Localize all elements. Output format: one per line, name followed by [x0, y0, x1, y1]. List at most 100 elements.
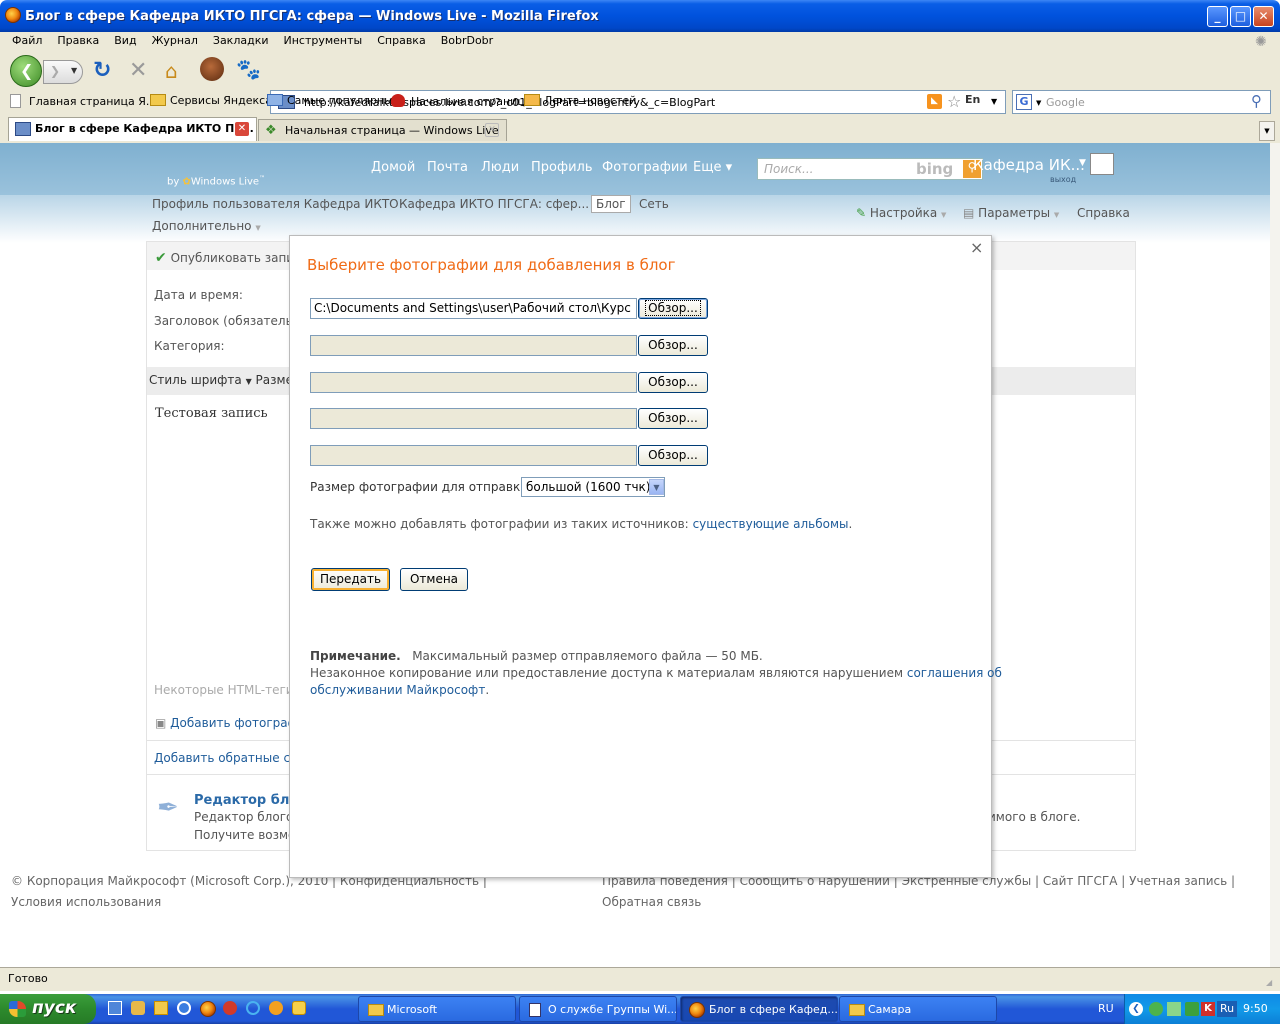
submit-button[interactable]: Передать [311, 568, 390, 591]
tab-list-button[interactable]: ▼ [1259, 121, 1275, 141]
bookmark-star-icon[interactable]: ☆ [947, 92, 961, 111]
logout-link[interactable]: выход [1050, 175, 1076, 184]
file-input-4[interactable] [310, 408, 637, 429]
reload-icon[interactable]: ↻ [93, 58, 111, 83]
tray-network-icon[interactable] [1167, 1002, 1181, 1016]
opera-icon[interactable] [223, 1001, 237, 1015]
forward-button[interactable]: ❯ ▼ [43, 60, 83, 84]
minimize-button[interactable]: _ [1207, 6, 1228, 27]
clock[interactable]: 9:50 [1243, 1002, 1268, 1015]
user-name[interactable]: Кафедра ИК... [973, 156, 1085, 174]
home-icon[interactable]: ⌂ [165, 59, 178, 83]
bookmark-yandex-services[interactable]: Сервисы Яндекса [150, 94, 272, 107]
terms-link[interactable]: Условия использования [11, 895, 161, 909]
menu-bookmarks[interactable]: Закладки [213, 34, 269, 47]
browse-button-2[interactable]: Обзор... [638, 335, 708, 356]
publish-button[interactable]: ✔ Опубликовать запи [155, 250, 294, 266]
help-link[interactable]: Справка [1077, 206, 1130, 220]
windows-live-logo[interactable]: by ✿Windows Live™ [167, 175, 265, 187]
nav-people[interactable]: Люди [481, 160, 519, 175]
account-link[interactable]: Учетная запись [1129, 874, 1227, 888]
menu-history[interactable]: Журнал [152, 34, 198, 47]
task-firefox[interactable]: Блог в сфере Кафед... [680, 996, 838, 1022]
menu-help[interactable]: Справка [377, 34, 425, 47]
add-trackbacks-link[interactable]: Добавить обратные сс [154, 751, 297, 765]
google-engine-icon[interactable]: G [1016, 94, 1032, 110]
pgsga-link[interactable]: Сайт ПГСГА [1043, 874, 1118, 888]
tab-blog[interactable]: Блог в сфере Кафедра ИКТО ПГ... ✕ [8, 117, 257, 141]
media-player-icon[interactable] [269, 1001, 283, 1015]
menu-edit[interactable]: Правка [57, 34, 99, 47]
nav-photos[interactable]: Фотографии [602, 160, 688, 175]
quicklaunch-app-icon[interactable] [131, 1001, 145, 1015]
menu-tools[interactable]: Инструменты [284, 34, 363, 47]
bookmark-news-feed[interactable]: Лента новостей [524, 94, 636, 107]
ie-icon[interactable] [177, 1001, 191, 1015]
engine-dropdown-icon[interactable]: ▼ [1036, 99, 1041, 107]
browse-button-3[interactable]: Обзор... [638, 372, 708, 393]
show-desktop-icon[interactable] [108, 1001, 122, 1015]
bobrdobr-icon[interactable] [200, 57, 224, 81]
user-menu-icon[interactable]: ▼ [1079, 158, 1086, 168]
rss-icon[interactable]: ◣ [927, 94, 942, 109]
tab-close-icon[interactable]: ✕ [485, 123, 499, 137]
service-agreement-link[interactable]: соглашения об [907, 666, 1002, 680]
messenger-icon[interactable] [292, 1001, 306, 1015]
font-style-dropdown[interactable]: Стиль шрифта ▼ Разме [149, 373, 293, 387]
size-select[interactable]: большой (1600 тчк) ▼ [521, 477, 665, 497]
existing-albums-link[interactable]: существующие альбомы [693, 517, 849, 531]
browse-button-1[interactable]: Обзор... [638, 298, 708, 319]
menu-bobrdobr[interactable]: BobrDobr [441, 34, 494, 47]
task-microsoft[interactable]: Microsoft [358, 996, 516, 1022]
input-language[interactable]: RU [1098, 1002, 1114, 1015]
resize-grip-icon[interactable]: ◢ [1266, 978, 1272, 987]
history-dropdown-icon[interactable]: ▼ [71, 66, 77, 75]
bookmark-start-page[interactable]: Начальная страница [391, 94, 532, 108]
tab-close-icon[interactable]: ✕ [235, 122, 249, 136]
file-input-1[interactable]: C:\Documents and Settings\user\Рабочий с… [310, 298, 637, 319]
browse-button-4[interactable]: Обзор... [638, 408, 708, 429]
add-photo-link[interactable]: ▣ Добавить фотограф [155, 716, 298, 730]
service-agreement-link-2[interactable]: обслуживании Майкрософт [310, 683, 485, 697]
tray-antivirus-icon[interactable] [1149, 1002, 1163, 1016]
crumb-profile[interactable]: Профиль пользователя Кафедра ИКТО [152, 197, 399, 211]
bookmark-yandex-main[interactable]: Главная страница Я... [10, 94, 156, 108]
tray-update-icon[interactable] [1185, 1002, 1199, 1016]
file-input-3[interactable] [310, 372, 637, 393]
paw-icon[interactable]: 🐾 [236, 57, 261, 81]
options-link[interactable]: ▤ Параметры ▼ [963, 206, 1059, 220]
editor-text[interactable]: Тестовая запись [155, 406, 268, 421]
user-avatar[interactable] [1090, 153, 1114, 175]
search-box[interactable]: G ▼ Google ⚲ [1012, 90, 1271, 114]
firefox-launch-icon[interactable] [200, 1001, 216, 1017]
tray-expand-icon[interactable]: ❮ [1129, 1002, 1143, 1016]
cancel-button[interactable]: Отмена [400, 568, 468, 591]
task-groups[interactable]: О службе Группы Wi... [519, 996, 677, 1022]
more-menu[interactable]: Дополнительно ▼ [152, 219, 261, 233]
nav-mail[interactable]: Почта [427, 160, 468, 175]
stop-icon[interactable]: ✕ [129, 58, 147, 83]
nav-more[interactable]: Еще ▾ [693, 160, 732, 175]
crumb-blog[interactable]: Блог [591, 195, 631, 213]
bookmark-popular[interactable]: Самые популярные [267, 94, 400, 107]
menu-view[interactable]: Вид [114, 34, 136, 47]
menu-file[interactable]: Файл [12, 34, 42, 47]
url-dropdown-icon[interactable]: ▼ [991, 97, 997, 106]
nav-home[interactable]: Домой [371, 160, 415, 175]
tray-kaspersky-icon[interactable]: K [1201, 1002, 1215, 1016]
file-input-5[interactable] [310, 445, 637, 466]
language-indicator[interactable]: En [965, 93, 980, 106]
crumb-space[interactable]: Кафедра ИКТО ПГСГА: сфер... [399, 197, 589, 211]
back-button[interactable]: ❮ [10, 55, 42, 87]
tray-lang-indicator[interactable]: Ru [1217, 1001, 1237, 1017]
crumb-network[interactable]: Сеть [639, 197, 669, 211]
dialog-close-icon[interactable]: × [970, 238, 983, 257]
task-samara[interactable]: Самара [839, 996, 997, 1022]
explorer-icon[interactable] [154, 1001, 168, 1015]
feedback-link[interactable]: Обратная связь [602, 895, 701, 909]
ie-launch-icon[interactable] [246, 1001, 260, 1015]
start-button[interactable]: пуск [0, 994, 96, 1024]
page-scrollbar[interactable] [1270, 143, 1280, 967]
nav-profile[interactable]: Профиль [531, 160, 593, 175]
file-input-2[interactable] [310, 335, 637, 356]
